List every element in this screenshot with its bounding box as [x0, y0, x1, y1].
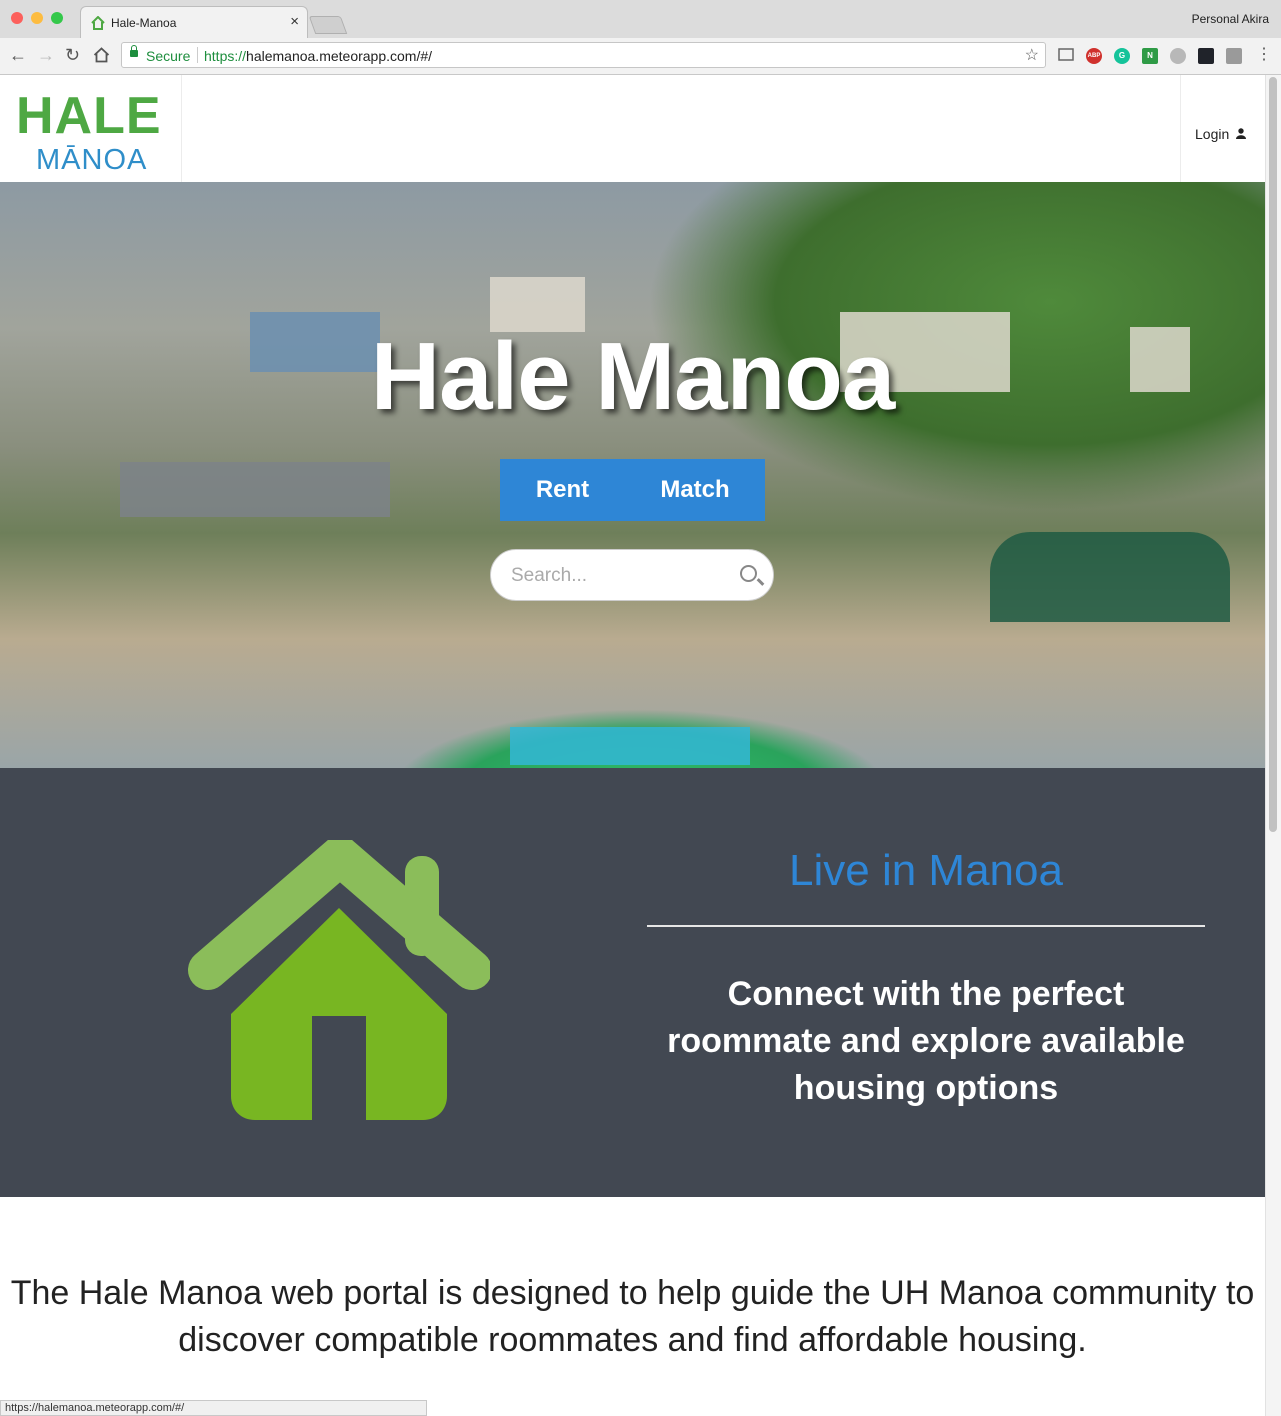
link-status-bar: https://halemanoa.meteorapp.com/#/: [0, 1400, 427, 1416]
match-button[interactable]: Match: [625, 459, 765, 521]
close-window-button[interactable]: [11, 12, 23, 24]
house-favicon-icon: [91, 16, 105, 30]
address-separator: [197, 47, 198, 63]
url-host: halemanoa.meteorapp.com/#/: [246, 48, 433, 64]
back-arrow-icon[interactable]: ←: [9, 45, 27, 65]
forward-arrow-icon[interactable]: →: [37, 45, 55, 65]
lock-icon: [130, 45, 138, 57]
menu-dots-icon[interactable]: ⋮: [1256, 45, 1272, 65]
navbar-divider: [181, 75, 182, 182]
page-scrollbar[interactable]: [1265, 75, 1281, 1416]
bookmark-star-icon[interactable]: ☆: [1025, 45, 1039, 65]
navbar-divider: [1180, 75, 1181, 182]
n-extension-icon[interactable]: N: [1142, 48, 1158, 64]
minimize-window-button[interactable]: [31, 12, 43, 24]
screenshot-extension-icon[interactable]: [1226, 48, 1242, 64]
url-scheme: https://: [204, 48, 247, 64]
browser-tab[interactable]: Hale-Manoa ×: [80, 6, 308, 38]
section-heading: Live in Manoa: [789, 846, 1063, 895]
about-text: The Hale Manoa web portal is designed to…: [10, 1274, 1255, 1359]
user-icon: [1236, 128, 1247, 139]
login-link[interactable]: Login: [1195, 126, 1247, 142]
home-icon[interactable]: [93, 47, 110, 63]
url-text[interactable]: https://halemanoa.meteorapp.com/#/: [204, 48, 432, 64]
tab-title: Hale-Manoa: [111, 16, 177, 30]
browser-toolbar: ← → ↻ Secure https://halemanoa.meteorapp…: [0, 38, 1281, 75]
hero-button-group: Rent Match: [500, 459, 765, 521]
grammarly-extension-icon[interactable]: G: [1114, 48, 1130, 64]
adblock-extension-icon[interactable]: ABP: [1086, 48, 1102, 64]
site-navbar: HALE MĀNOA Login: [0, 75, 1265, 183]
secure-label: Secure: [146, 48, 191, 64]
hero-photo-detail: [120, 462, 390, 517]
maximize-window-button[interactable]: [51, 12, 63, 24]
new-tab-button[interactable]: [308, 16, 348, 34]
search-input[interactable]: [509, 562, 733, 590]
profile-name[interactable]: Personal Akira: [1192, 12, 1269, 26]
house-icon: [188, 840, 490, 1120]
hero-photo-detail: [990, 532, 1230, 622]
hero-title: Hale Manoa: [370, 323, 895, 430]
reload-icon[interactable]: ↻: [65, 45, 80, 65]
rent-button[interactable]: Rent: [500, 459, 625, 521]
cast-icon[interactable]: [1058, 48, 1074, 62]
hero-banner: Hale Manoa Rent Match: [0, 182, 1265, 768]
address-bar[interactable]: Secure https://halemanoa.meteorapp.com/#…: [121, 42, 1046, 68]
tab-close-icon[interactable]: ×: [290, 13, 299, 30]
hale-manoa-logo[interactable]: HALE MĀNOA: [16, 87, 166, 179]
search-icon[interactable]: [740, 565, 757, 582]
react-devtools-icon[interactable]: [1198, 48, 1214, 64]
extension-icon[interactable]: [1170, 48, 1186, 64]
scrollbar-thumb[interactable]: [1269, 77, 1277, 832]
section-text: Connect with the perfect roommate and ex…: [667, 975, 1185, 1107]
logo-wordmark-top: HALE: [16, 87, 162, 145]
section-divider: [647, 925, 1205, 927]
browser-tabbar: Hale-Manoa × Personal Akira: [0, 0, 1281, 39]
search-box: [490, 549, 774, 601]
live-in-manoa-section: Live in Manoa Connect with the perfect r…: [0, 768, 1265, 1197]
login-label: Login: [1195, 126, 1230, 142]
hero-photo-detail: [510, 727, 750, 765]
logo-wordmark-bottom: MĀNOA: [36, 144, 148, 176]
